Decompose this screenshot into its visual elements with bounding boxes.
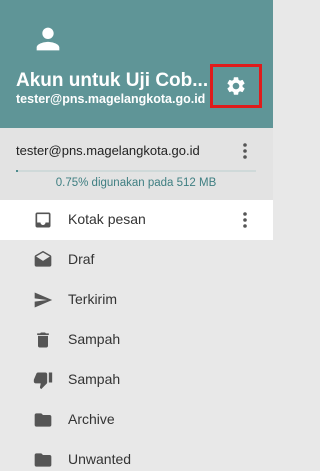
folder-label: Archive [68, 411, 115, 427]
folder-item[interactable]: Unwanted [0, 440, 273, 471]
more-vert-icon[interactable] [236, 210, 254, 230]
quota-account-email: tester@pns.magelangkota.go.id [16, 143, 200, 158]
folder-list: Kotak pesan Draf Terkirim Sampah Sampah Archi… [0, 200, 273, 471]
folder-icon [32, 449, 54, 471]
settings-button[interactable] [210, 64, 262, 108]
account-name: Akun untuk Uji Cob... [16, 70, 209, 91]
folder-label: Terkirim [68, 291, 117, 307]
quota-usage-text: 0.75% digunakan pada 512 MB [55, 177, 217, 189]
gear-icon [225, 75, 247, 97]
storage-quota: tester@pns.magelangkota.go.id 0.75% digu… [0, 128, 273, 200]
account-header: Akun untuk Uji Cob... tester@pns.magelan… [0, 0, 273, 128]
trash-icon [32, 329, 54, 351]
inbox-icon [32, 209, 54, 231]
folder-item[interactable]: Draf [0, 240, 273, 280]
person-icon [31, 22, 65, 56]
folder-item[interactable]: Terkirim [0, 280, 273, 320]
folder-label: Sampah [68, 371, 121, 387]
more-vert-icon[interactable] [236, 141, 254, 161]
folder-label: Unwanted [68, 451, 132, 467]
folder-item[interactable]: Sampah [0, 360, 273, 400]
folder-item[interactable]: Archive [0, 400, 273, 440]
folder-item[interactable]: Sampah [0, 320, 273, 360]
folder-label: Kotak pesan [68, 211, 146, 227]
folder-label: Draf [68, 251, 95, 267]
folder-label: Sampah [68, 331, 121, 347]
folder-icon [32, 409, 54, 431]
drafts-icon [32, 249, 54, 271]
folder-item[interactable]: Kotak pesan [0, 200, 273, 240]
thumb-down-icon [32, 369, 54, 391]
send-icon [32, 289, 54, 311]
account-email: tester@pns.magelangkota.go.id [16, 92, 206, 106]
quota-progress-bar [16, 170, 256, 172]
quota-progress-fill [16, 170, 18, 172]
